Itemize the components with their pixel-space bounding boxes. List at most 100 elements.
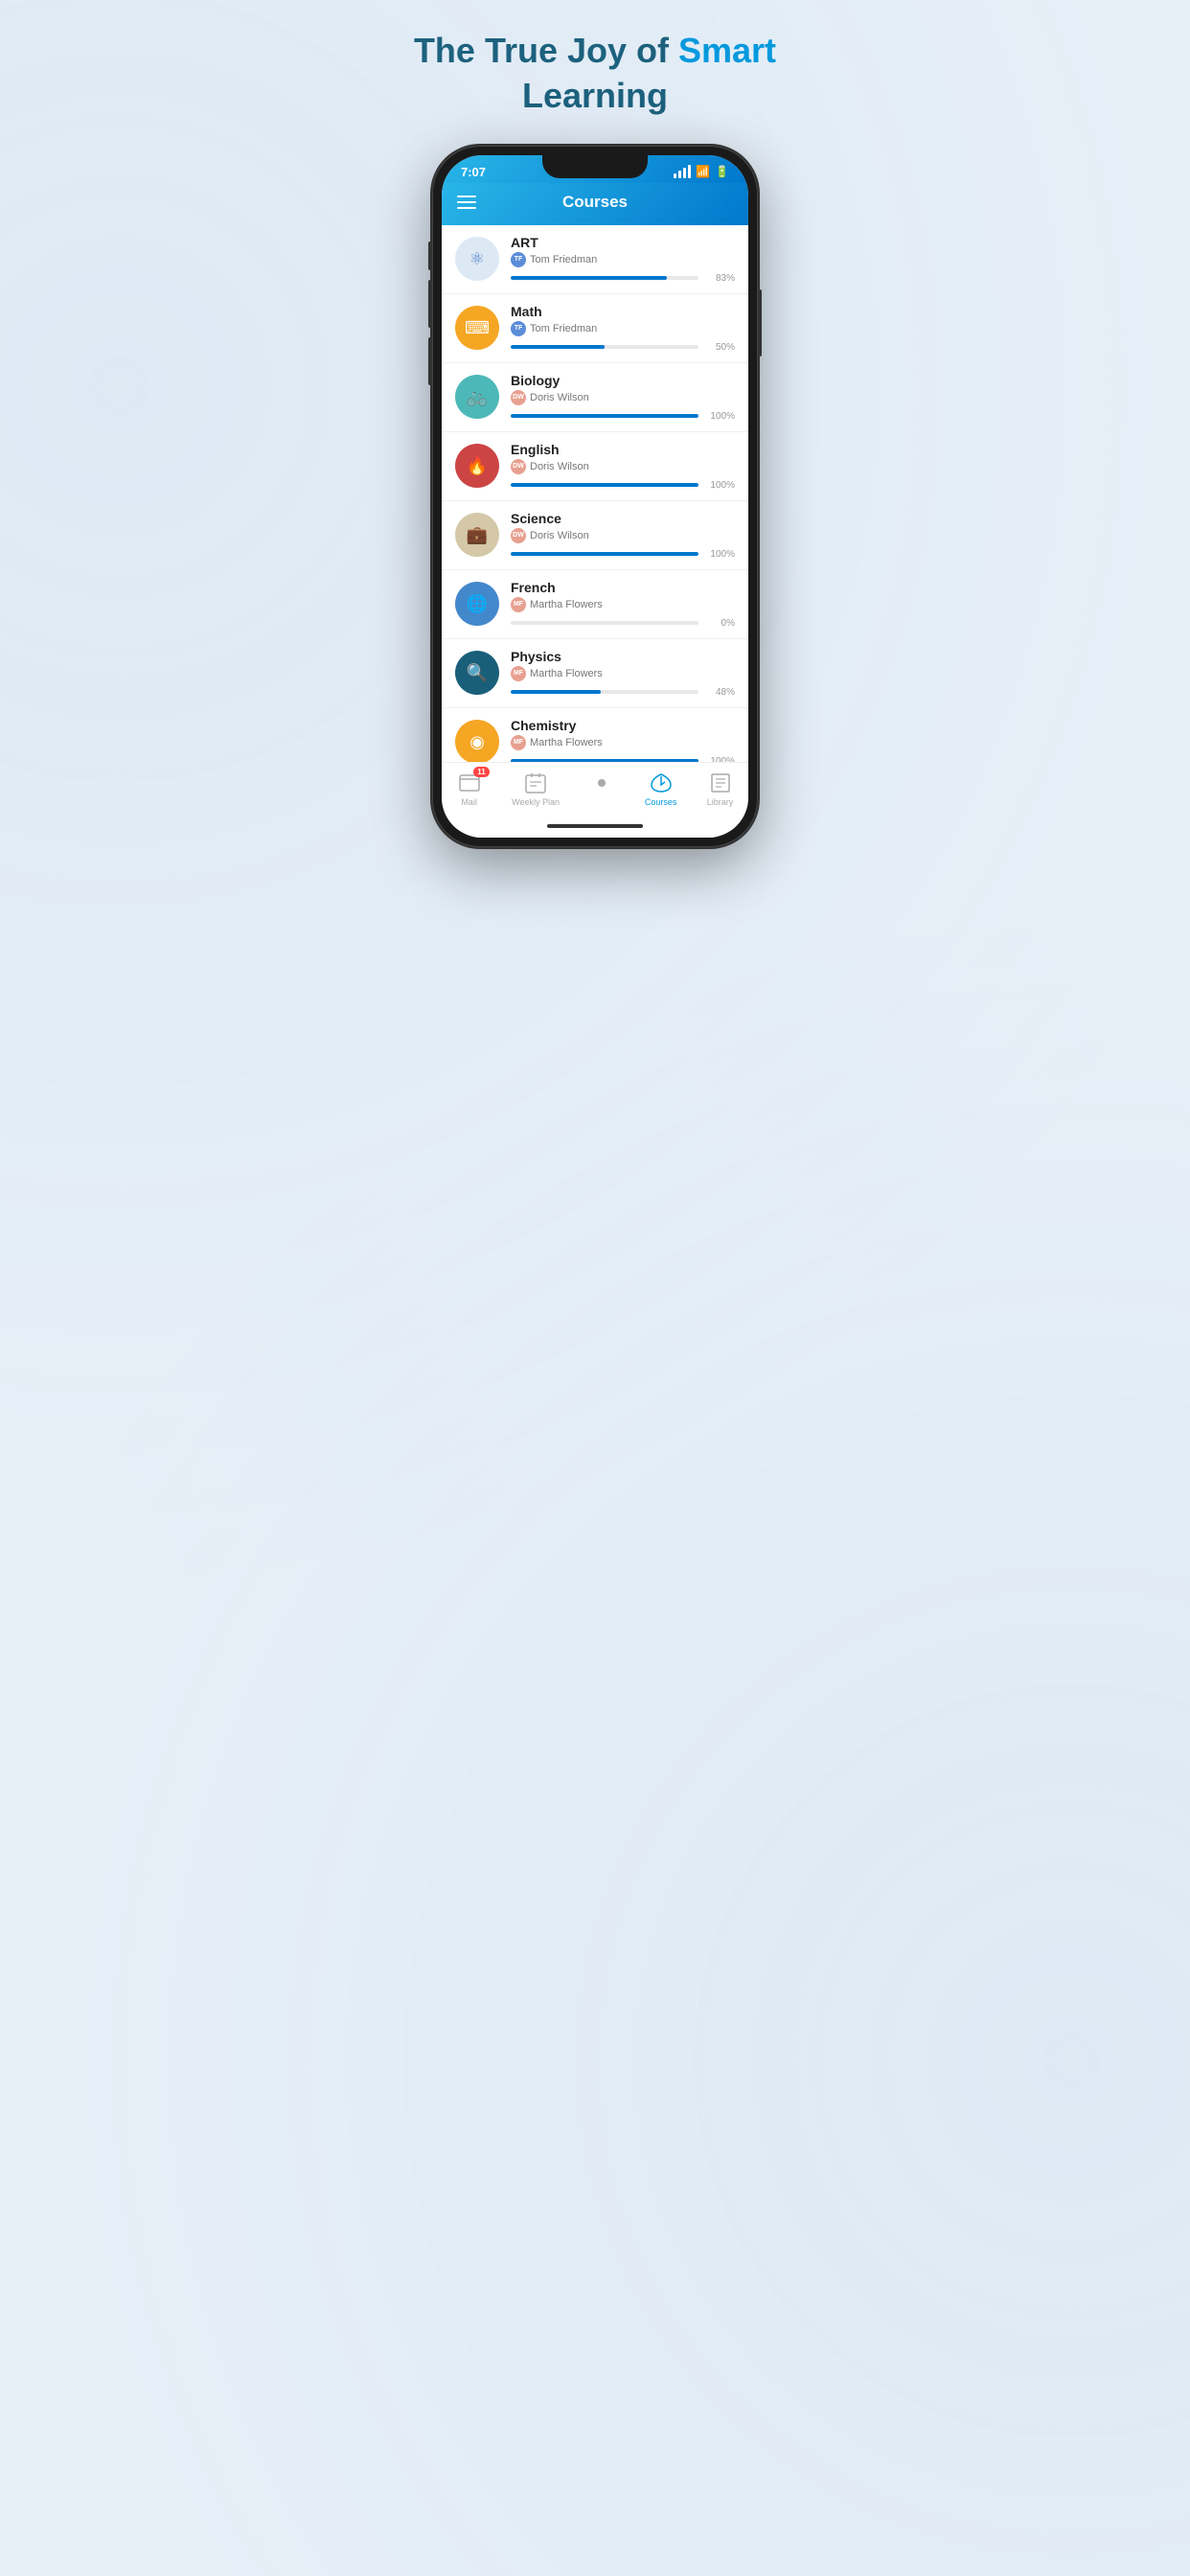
- teacher-avatar: MF: [511, 666, 526, 681]
- nav-item-home[interactable]: [589, 770, 614, 807]
- course-name: ART: [511, 235, 735, 250]
- course-info: English DW Doris Wilson 100%: [511, 442, 735, 491]
- volume-down-button: [428, 337, 432, 385]
- teacher-row: MF Martha Flowers: [511, 666, 735, 681]
- app-title: Courses: [562, 193, 628, 212]
- home-indicator-bar: [547, 824, 643, 828]
- teacher-row: DW Doris Wilson: [511, 390, 735, 405]
- progress-bar-fill: [511, 552, 698, 556]
- course-name: French: [511, 580, 735, 595]
- nav-item-weekly-plan[interactable]: Weekly Plan: [512, 770, 560, 807]
- course-item[interactable]: 🚲 Biology DW Doris Wilson 100%: [442, 363, 748, 432]
- teacher-name: Martha Flowers: [530, 668, 603, 679]
- progress-bar-bg: [511, 690, 698, 694]
- battery-icon: 🔋: [715, 165, 729, 178]
- course-icon-biology: 🚲: [455, 375, 499, 419]
- teacher-row: TF Tom Friedman: [511, 321, 735, 336]
- progress-percentage: 100%: [704, 549, 735, 560]
- course-item[interactable]: ⚛ ART TF Tom Friedman 83%: [442, 225, 748, 294]
- course-icon-chemistry: ◉: [455, 720, 499, 762]
- progress-percentage: 83%: [704, 273, 735, 284]
- hero-title: The True Joy of Smart Learning: [395, 29, 795, 119]
- nav-icon-3: [649, 770, 674, 795]
- teacher-avatar: DW: [511, 528, 526, 543]
- course-list: ⚛ ART TF Tom Friedman 83% ⌨ Math: [442, 225, 748, 762]
- progress-bar-bg: [511, 483, 698, 487]
- progress-row: 0%: [511, 618, 735, 629]
- teacher-name: Martha Flowers: [530, 737, 603, 748]
- progress-bar-fill: [511, 690, 601, 694]
- nav-label-4: Library: [707, 797, 734, 807]
- progress-bar-fill: [511, 759, 698, 762]
- home-indicator: [442, 818, 748, 838]
- hero-title-highlight: Smart: [678, 31, 776, 70]
- course-info: Biology DW Doris Wilson 100%: [511, 373, 735, 422]
- nav-badge: 11: [473, 767, 489, 777]
- course-item[interactable]: 🔥 English DW Doris Wilson 100%: [442, 432, 748, 501]
- teacher-row: MF Martha Flowers: [511, 597, 735, 612]
- course-item[interactable]: ⌨ Math TF Tom Friedman 50%: [442, 294, 748, 363]
- progress-row: 100%: [511, 549, 735, 560]
- course-info: Physics MF Martha Flowers 48%: [511, 649, 735, 698]
- nav-item-courses[interactable]: Courses: [645, 770, 677, 807]
- course-icon-art: ⚛: [455, 237, 499, 281]
- progress-row: 100%: [511, 756, 735, 762]
- course-info: ART TF Tom Friedman 83%: [511, 235, 735, 284]
- progress-row: 48%: [511, 687, 735, 698]
- teacher-avatar: TF: [511, 252, 526, 267]
- nav-icon-1: [523, 770, 548, 795]
- course-info: French MF Martha Flowers 0%: [511, 580, 735, 629]
- app-header: Courses: [442, 183, 748, 225]
- progress-bar-bg: [511, 276, 698, 280]
- teacher-avatar: TF: [511, 321, 526, 336]
- progress-bar-fill: [511, 276, 667, 280]
- course-item[interactable]: 🌐 French MF Martha Flowers 0%: [442, 570, 748, 639]
- course-name: Chemistry: [511, 718, 735, 733]
- bottom-nav: 11 Mail Weekly Plan Courses Library: [442, 762, 748, 818]
- nav-item-library[interactable]: Library: [707, 770, 734, 807]
- nav-label-1: Weekly Plan: [512, 797, 560, 807]
- progress-percentage: 100%: [704, 411, 735, 422]
- notch: [542, 155, 648, 178]
- nav-label-3: Courses: [645, 797, 677, 807]
- teacher-row: TF Tom Friedman: [511, 252, 735, 267]
- course-item[interactable]: ◉ Chemistry MF Martha Flowers 100%: [442, 708, 748, 762]
- teacher-name: Doris Wilson: [530, 392, 589, 403]
- phone-screen: 7:07 📶 🔋 Courses: [442, 155, 748, 838]
- menu-button[interactable]: [457, 196, 476, 209]
- progress-bar-fill: [511, 414, 698, 418]
- course-icon-english: 🔥: [455, 444, 499, 488]
- course-item[interactable]: 💼 Science DW Doris Wilson 100%: [442, 501, 748, 570]
- course-icon-science: 💼: [455, 513, 499, 557]
- power-button: [758, 289, 762, 356]
- course-info: Science DW Doris Wilson 100%: [511, 511, 735, 560]
- teacher-avatar: MF: [511, 597, 526, 612]
- volume-up-button: [428, 280, 432, 328]
- teacher-name: Martha Flowers: [530, 599, 603, 610]
- course-name: Science: [511, 511, 735, 526]
- nav-icon-0: 11: [457, 770, 482, 795]
- signal-icon: [674, 165, 691, 178]
- teacher-row: MF Martha Flowers: [511, 735, 735, 750]
- status-time: 7:07: [461, 165, 486, 179]
- progress-row: 83%: [511, 273, 735, 284]
- course-info: Chemistry MF Martha Flowers 100%: [511, 718, 735, 762]
- course-info: Math TF Tom Friedman 50%: [511, 304, 735, 353]
- hero-title-line1: The True Joy of: [414, 31, 669, 70]
- course-name: Math: [511, 304, 735, 319]
- progress-percentage: 48%: [704, 687, 735, 698]
- teacher-row: DW Doris Wilson: [511, 459, 735, 474]
- hero-title-line2: Learning: [522, 76, 668, 115]
- course-item[interactable]: 🔍 Physics MF Martha Flowers 48%: [442, 639, 748, 708]
- teacher-name: Doris Wilson: [530, 461, 589, 472]
- teacher-name: Tom Friedman: [530, 323, 597, 334]
- course-name: English: [511, 442, 735, 457]
- progress-percentage: 50%: [704, 342, 735, 353]
- teacher-name: Doris Wilson: [530, 530, 589, 541]
- progress-bar-bg: [511, 621, 698, 625]
- nav-item-mail[interactable]: 11 Mail: [457, 770, 482, 807]
- progress-bar-bg: [511, 552, 698, 556]
- nav-label-0: Mail: [461, 797, 477, 807]
- course-icon-french: 🌐: [455, 582, 499, 626]
- progress-bar-bg: [511, 414, 698, 418]
